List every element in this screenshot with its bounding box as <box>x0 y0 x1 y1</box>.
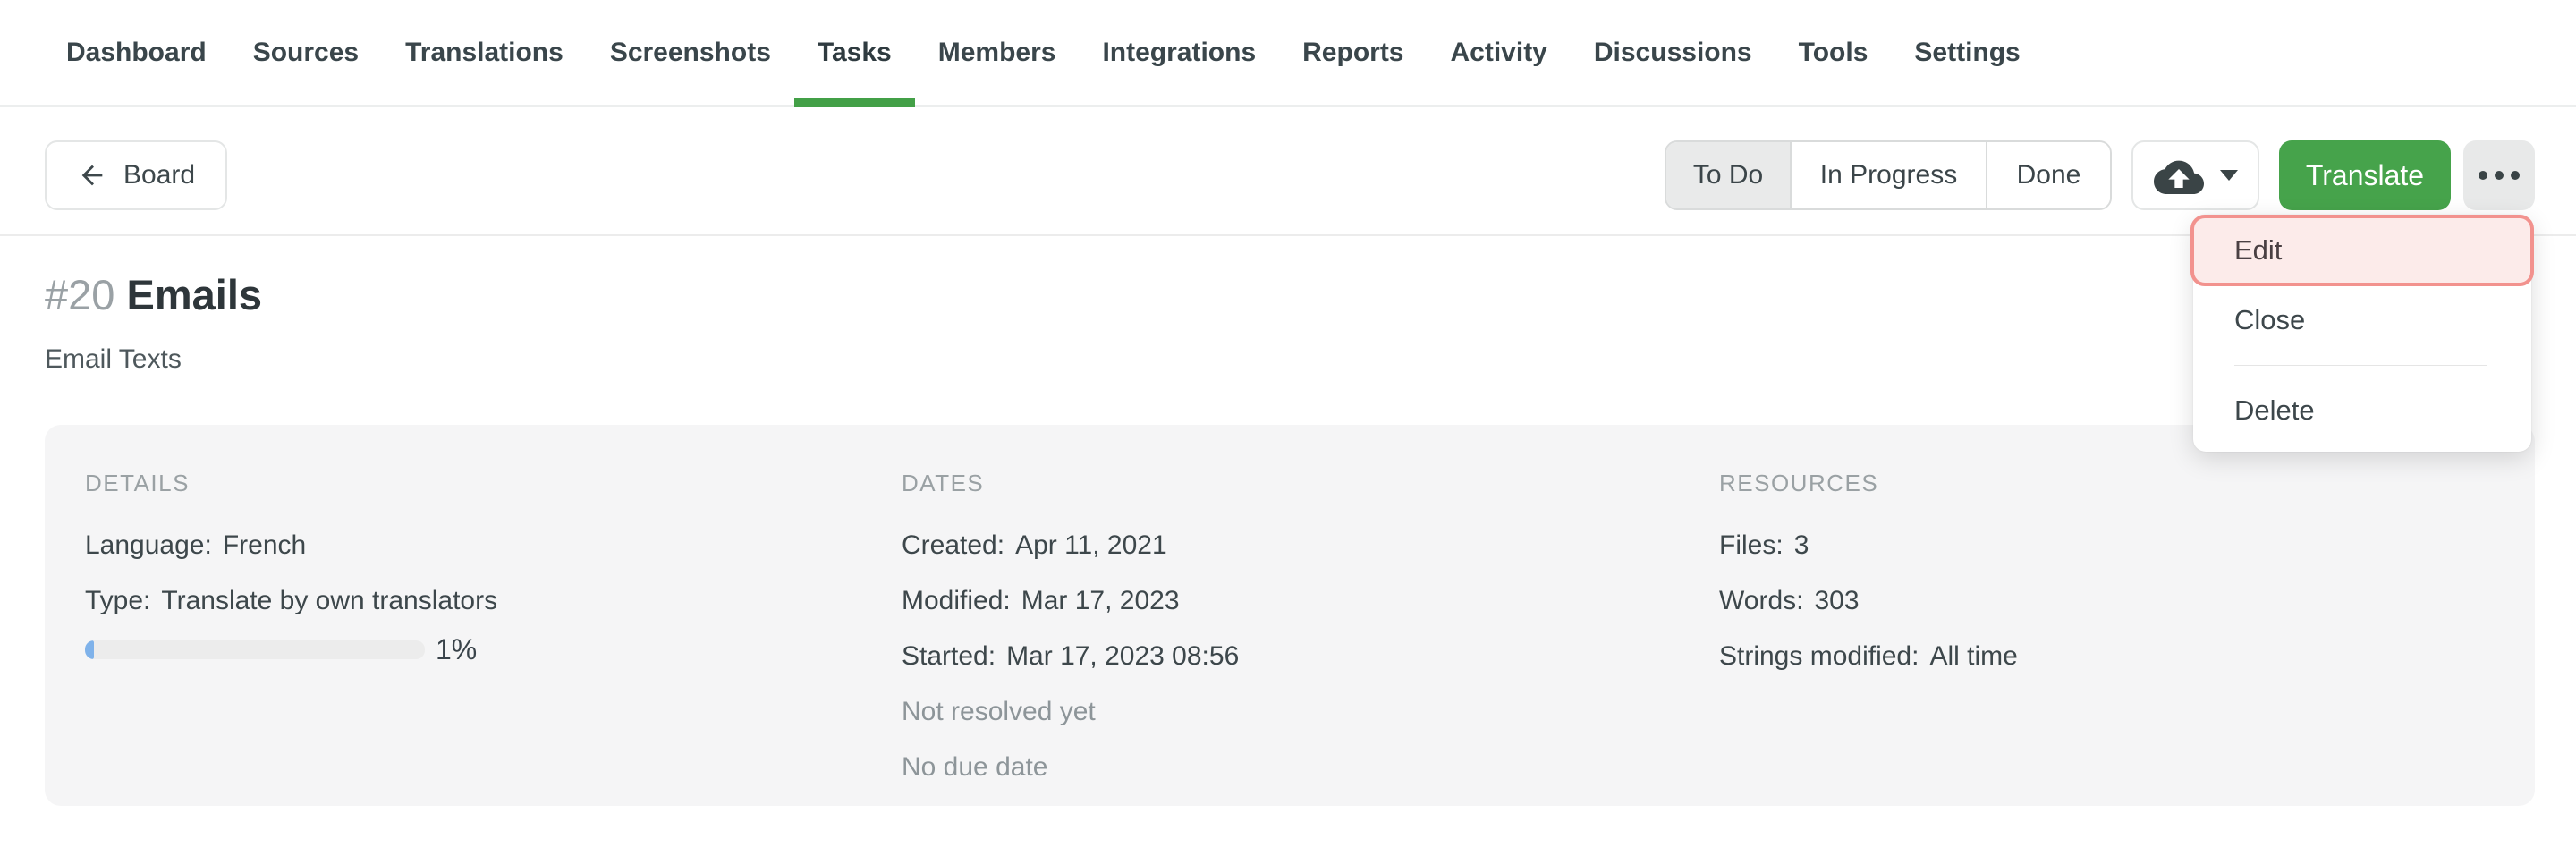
more-actions-button[interactable] <box>2463 140 2535 210</box>
status-done-button[interactable]: Done <box>1986 142 2110 208</box>
progress-fill <box>85 640 94 659</box>
actions-dropdown-menu: Edit Close Delete <box>2193 215 2531 452</box>
modified-row: Modified: Mar 17, 2023 <box>902 573 1719 629</box>
nav-item-members[interactable]: Members <box>915 0 1080 105</box>
strings-modified-row: Strings modified: All time <box>1719 629 2499 684</box>
type-value: Translate by own translators <box>161 586 497 616</box>
ellipsis-icon <box>2479 171 2520 180</box>
due-date-row: No due date <box>902 740 1719 795</box>
resolved-status: Not resolved yet <box>902 697 1096 727</box>
nav-item-screenshots[interactable]: Screenshots <box>587 0 794 105</box>
progress-row: 1% <box>85 636 902 663</box>
language-row: Language: French <box>85 518 902 573</box>
board-back-button[interactable]: Board <box>45 140 227 210</box>
started-row: Started: Mar 17, 2023 08:56 <box>902 629 1719 684</box>
details-header: DETAILS <box>85 470 902 496</box>
nav-item-discussions[interactable]: Discussions <box>1571 0 1775 105</box>
created-value: Apr 11, 2021 <box>1015 530 1167 561</box>
resources-header: RESOURCES <box>1719 470 2499 496</box>
menu-item-close[interactable]: Close <box>2193 288 2531 352</box>
task-name: Emails <box>126 271 262 318</box>
caret-down-icon <box>2220 170 2238 181</box>
nav-item-tasks[interactable]: Tasks <box>794 0 915 105</box>
nav-item-translations[interactable]: Translations <box>382 0 587 105</box>
nav-item-reports[interactable]: Reports <box>1279 0 1427 105</box>
type-label: Type: <box>85 586 150 616</box>
resources-section: RESOURCES Files: 3 Words: 303 Strings mo… <box>1719 470 2499 806</box>
task-id: #20 <box>45 271 114 318</box>
type-row: Type: Translate by own translators <box>85 573 902 629</box>
toolbar-right-group: To Do In Progress Done Translate <box>1665 140 2535 210</box>
cloud-upload-icon <box>2154 156 2204 195</box>
files-row: Files: 3 <box>1719 518 2499 573</box>
toolbar: Board To Do In Progress Done Translate <box>0 107 2576 236</box>
modified-label: Modified: <box>902 586 1011 616</box>
files-value: 3 <box>1794 530 1809 561</box>
download-button[interactable] <box>2131 140 2259 210</box>
language-value: French <box>223 530 306 561</box>
progress-percent: 1% <box>436 633 477 666</box>
started-label: Started: <box>902 641 996 672</box>
nav-item-tools[interactable]: Tools <box>1775 0 1892 105</box>
menu-divider <box>2234 365 2487 366</box>
created-label: Created: <box>902 530 1004 561</box>
status-button-group: To Do In Progress Done <box>1665 140 2112 210</box>
menu-item-edit[interactable]: Edit <box>2190 215 2534 286</box>
dates-section: DATES Created: Apr 11, 2021 Modified: Ma… <box>902 470 1719 806</box>
dates-header: DATES <box>902 470 1719 496</box>
language-label: Language: <box>85 530 212 561</box>
strings-modified-label: Strings modified: <box>1719 641 1919 672</box>
board-button-label: Board <box>123 160 195 191</box>
resolved-status-row: Not resolved yet <box>902 684 1719 740</box>
details-section: DETAILS Language: French Type: Translate… <box>85 470 902 806</box>
status-inprogress-button[interactable]: In Progress <box>1790 142 1986 208</box>
nav-item-activity[interactable]: Activity <box>1428 0 1571 105</box>
due-date-status: No due date <box>902 752 1047 783</box>
status-todo-button[interactable]: To Do <box>1666 142 1790 208</box>
strings-modified-value: All time <box>1929 641 2017 672</box>
words-row: Words: 303 <box>1719 573 2499 629</box>
top-nav: Dashboard Sources Translations Screensho… <box>0 0 2576 107</box>
arrow-left-icon <box>77 160 107 191</box>
menu-item-delete[interactable]: Delete <box>2193 378 2531 443</box>
created-row: Created: Apr 11, 2021 <box>902 518 1719 573</box>
words-value: 303 <box>1814 586 1859 616</box>
modified-value: Mar 17, 2023 <box>1021 586 1180 616</box>
started-value: Mar 17, 2023 08:56 <box>1006 641 1239 672</box>
nav-item-settings[interactable]: Settings <box>1891 0 2043 105</box>
nav-item-dashboard[interactable]: Dashboard <box>43 0 230 105</box>
nav-item-sources[interactable]: Sources <box>230 0 382 105</box>
files-label: Files: <box>1719 530 1784 561</box>
words-label: Words: <box>1719 586 1803 616</box>
task-summary-card: DETAILS Language: French Type: Translate… <box>45 425 2535 806</box>
progress-bar <box>85 640 425 659</box>
nav-item-integrations[interactable]: Integrations <box>1079 0 1279 105</box>
translate-button[interactable]: Translate <box>2279 140 2451 210</box>
